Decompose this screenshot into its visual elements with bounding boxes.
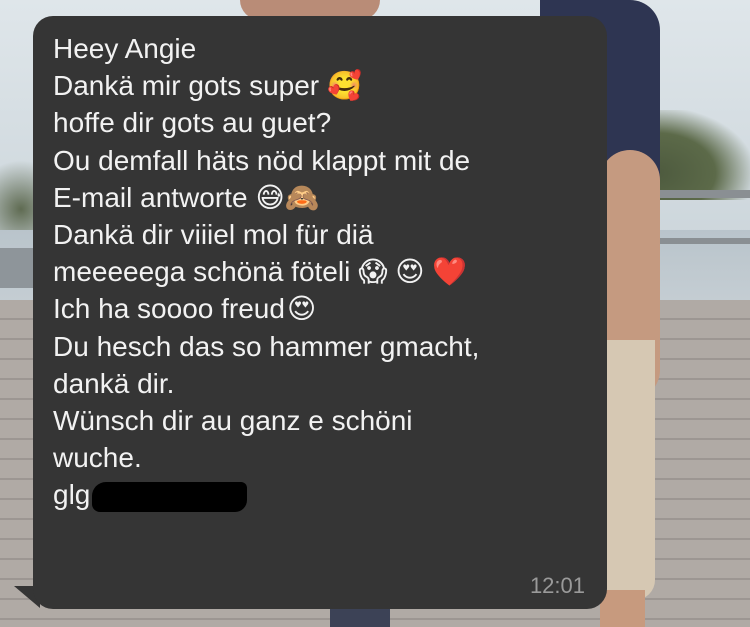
message-line: Heey Angie — [53, 33, 197, 64]
message-line: Ich ha soooo freud😍 — [53, 293, 317, 325]
message-line: meeeeega schönä föteli 😱 😍 ❤️ — [53, 256, 468, 288]
message-line: glg — [53, 476, 585, 513]
message-line: dankä dir. — [53, 367, 175, 399]
message-line: Dankä dir viiiel mol für diä — [53, 218, 374, 250]
message-line: Dankä mir gots super 🥰 — [53, 70, 362, 102]
message-line: E-mail antworte 😅🙈 — [53, 181, 320, 213]
message-line: Du hesch das so hammer gmacht, — [53, 330, 480, 362]
redacted-name — [92, 482, 248, 513]
message-line: hoffe dir gots au guet? — [53, 107, 332, 139]
scream-heart-eyes-heart-icon: 😱 😍 ❤️ — [358, 256, 468, 288]
heart-eyes-icon: 😍 — [286, 293, 317, 325]
sweat-smile-monkey-icon: 😅🙈 — [255, 181, 320, 213]
message-timestamp: 12:01 — [529, 573, 585, 598]
message-bubble[interactable]: Heey Angie Dankä mir gots super 🥰 hoffe d… — [33, 16, 607, 609]
smiling-face-with-hearts-icon: 🥰 — [327, 70, 362, 102]
message-line: wuche. — [53, 442, 142, 474]
message-line: Ou demfall häts nöd klappt mit de — [53, 144, 471, 176]
message-line: Wünsch dir au ganz e schöni — [53, 404, 413, 436]
